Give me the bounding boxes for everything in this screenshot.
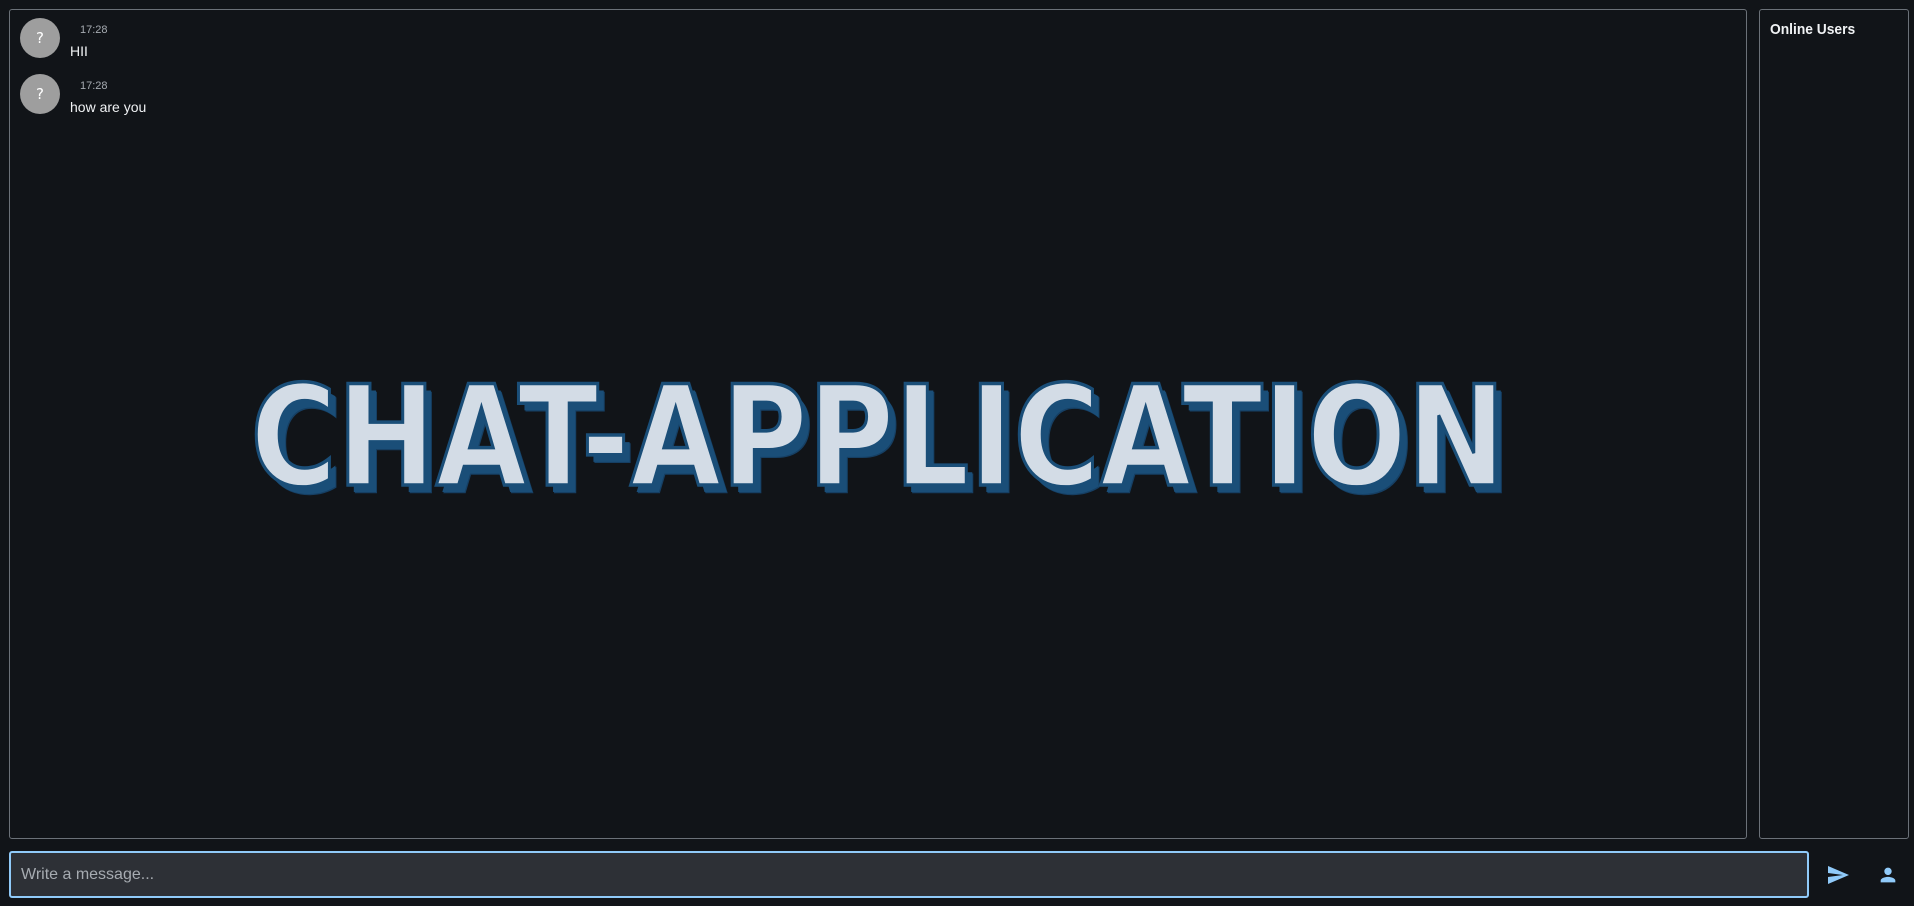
message-input[interactable]: [11, 853, 1807, 896]
message-body: 17:28 HII: [70, 24, 108, 60]
message-timestamp: 17:28: [80, 80, 108, 92]
chat-app: ? 17:28 HII ? 17:28 how are you CHAT-APP…: [0, 0, 1914, 906]
message-timestamp: 17:28: [80, 24, 108, 36]
message-item: ? 17:28 HII: [20, 18, 108, 60]
avatar[interactable]: ?: [20, 74, 60, 114]
send-icon: [1828, 866, 1849, 884]
person-icon: [1880, 867, 1896, 883]
online-users-panel: Online Users: [1759, 9, 1909, 839]
message-item: ? 17:28 how are you: [20, 74, 146, 116]
message-text: HII: [70, 43, 88, 59]
chat-messages-panel[interactable]: ? 17:28 HII ? 17:28 how are you CHAT-APP…: [9, 9, 1747, 839]
message-text: how are you: [70, 99, 147, 115]
online-users-title: Online Users: [1770, 21, 1856, 38]
app-title-watermark: CHAT-APPLICATION: [249, 353, 1507, 519]
send-button[interactable]: [1820, 857, 1856, 893]
user-profile-button[interactable]: [1870, 857, 1906, 893]
message-composer: [9, 851, 1809, 898]
message-body: 17:28 how are you: [70, 80, 146, 116]
avatar[interactable]: ?: [20, 18, 60, 58]
